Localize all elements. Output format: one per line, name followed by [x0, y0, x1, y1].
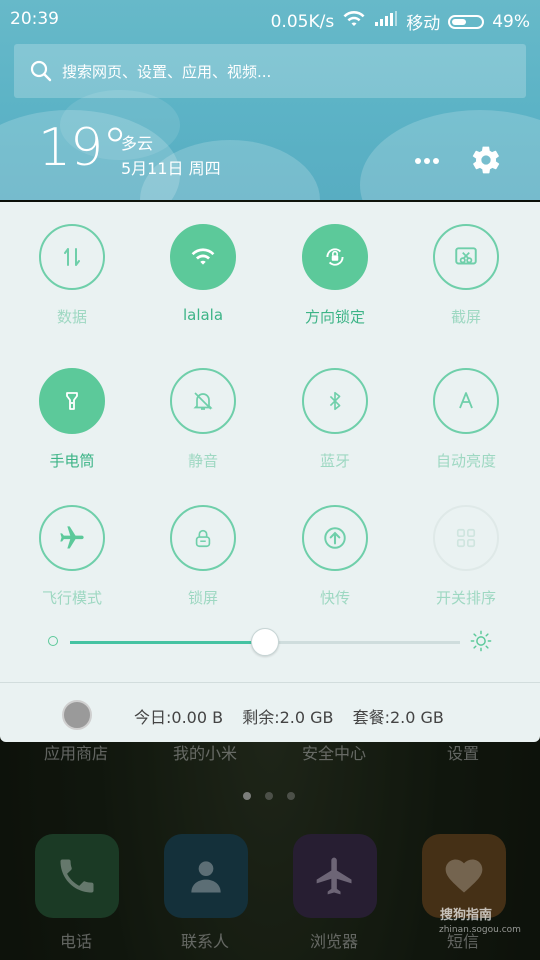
toggle-label: 飞行模式 — [41, 589, 102, 607]
status-time: 20:39 — [10, 9, 59, 29]
toggle-label: 静音 — [187, 452, 218, 470]
toggle-fast-transfer[interactable]: 快传 — [285, 505, 385, 608]
carrier-name: 移动 — [406, 14, 441, 34]
fast-transfer-icon — [302, 505, 368, 571]
flashlight-icon — [39, 368, 105, 434]
signal-icon — [374, 11, 398, 32]
toggle-label: 快传 — [319, 589, 350, 607]
toggle-sort[interactable]: 开关排序 — [416, 505, 516, 608]
data-usage-indicator — [62, 700, 92, 730]
screenshot-icon — [433, 224, 499, 290]
data-today: 今日:0.00 B — [134, 708, 224, 727]
watermark-brand: 搜狗指南 — [440, 908, 493, 923]
toggle-label: 开关排序 — [435, 589, 496, 607]
watermark-url: zhinan.sogou.com — [439, 925, 521, 935]
sort-grid-icon — [433, 505, 499, 571]
more-button[interactable] — [412, 148, 442, 174]
toggle-mute[interactable]: 静音 — [153, 368, 253, 471]
weather-temperature[interactable]: 19° — [38, 118, 128, 178]
gear-icon — [472, 146, 500, 174]
weather-date: 5月11日 周四 — [121, 159, 221, 178]
settings-button[interactable] — [470, 144, 502, 176]
brightness-high-icon — [470, 630, 492, 652]
wifi-icon — [170, 224, 236, 290]
airplane-icon — [39, 505, 105, 571]
toggle-auto-brightness[interactable]: 自动亮度 — [416, 368, 516, 471]
toggle-airplane[interactable]: 飞行模式 — [22, 505, 122, 608]
toggle-flashlight[interactable]: 手电筒 — [22, 368, 122, 471]
battery-percent: 49% — [492, 11, 530, 32]
data-usage-row[interactable]: 今日:0.00 B 剩余:2.0 GB 套餐:2.0 GB — [0, 684, 540, 742]
mute-icon — [170, 368, 236, 434]
brightness-low-icon — [48, 636, 58, 646]
toggle-label: 数据 — [56, 308, 87, 326]
search-bar[interactable]: 搜索网页、设置、应用、视频... — [14, 44, 526, 98]
data-icon — [39, 224, 105, 290]
search-placeholder: 搜索网页、设置、应用、视频... — [62, 62, 272, 81]
toggle-label: 手电筒 — [49, 452, 95, 470]
data-usage-text: 今日:0.00 B 剩余:2.0 GB 套餐:2.0 GB — [134, 704, 458, 728]
weather-condition: 多云 — [121, 134, 154, 153]
more-icon — [415, 158, 439, 164]
toggle-bluetooth[interactable]: 蓝牙 — [285, 368, 385, 471]
toggle-rotation-lock[interactable]: 方向锁定 — [285, 224, 385, 327]
wifi-status-icon — [342, 10, 366, 33]
lock-icon — [170, 505, 236, 571]
toggle-label: 方向锁定 — [304, 308, 365, 326]
notification-header: 20:39 0.05K/s 移动 49% 搜索网页、设置、应用、视频... 19… — [0, 0, 540, 200]
status-bar: 20:39 0.05K/s 移动 49% — [0, 0, 540, 38]
toggle-label: 锁屏 — [187, 589, 218, 607]
toggle-label: 蓝牙 — [319, 452, 350, 470]
data-plan: 套餐:2.0 GB — [352, 708, 444, 727]
data-remaining: 剩余:2.0 GB — [242, 708, 334, 727]
toggle-wifi[interactable]: lalala — [153, 224, 253, 324]
battery-icon — [448, 14, 485, 29]
network-speed: 0.05K/s — [270, 11, 335, 32]
toggle-screenshot[interactable]: 截屏 — [416, 224, 516, 327]
slider-thumb[interactable] — [251, 628, 279, 656]
divider — [0, 682, 540, 683]
search-icon — [30, 60, 52, 82]
auto-brightness-icon — [433, 368, 499, 434]
toggle-label: 截屏 — [450, 308, 481, 326]
brightness-slider[interactable] — [46, 626, 496, 656]
toggle-label: lalala — [182, 306, 224, 324]
bluetooth-icon — [302, 368, 368, 434]
rotation-lock-icon — [302, 224, 368, 290]
toggle-label: 自动亮度 — [435, 452, 496, 470]
toggle-lock-screen[interactable]: 锁屏 — [153, 505, 253, 608]
toggle-data[interactable]: 数据 — [22, 224, 122, 327]
slider-fill — [70, 641, 265, 644]
quick-settings-panel: 数据 lalala 方向锁定 截屏 手电筒 静音 蓝牙 自动亮度 飞行模式 锁屏… — [0, 202, 540, 742]
